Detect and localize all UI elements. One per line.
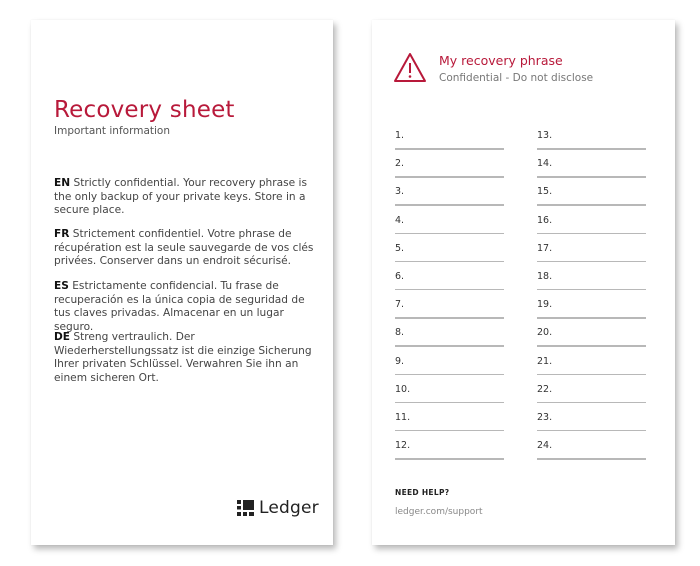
word-slot[interactable]: 2. <box>395 156 504 184</box>
word-number: 10. <box>395 383 411 395</box>
recovery-phrase-card: My recovery phrase Confidential - Do not… <box>372 20 675 545</box>
write-line <box>395 373 504 375</box>
word-number: 3. <box>395 186 405 198</box>
lang-code-fr: FR <box>54 228 70 240</box>
word-number: 2. <box>395 158 405 170</box>
paragraph-de: DE Streng vertraulich. Der Wiederherstel… <box>54 331 322 385</box>
word-number: 12. <box>395 440 411 452</box>
ledger-logo-icon <box>237 500 254 516</box>
word-slot[interactable]: 14. <box>537 156 646 184</box>
word-number: 1. <box>395 130 405 141</box>
write-line <box>395 176 504 178</box>
recovery-phrase-subtitle: Confidential - Do not disclose <box>439 72 594 84</box>
word-slot[interactable]: 15. <box>537 184 646 212</box>
write-line <box>395 148 504 150</box>
paragraph-es: ES Estrictamente confidencial. Tu frase … <box>54 280 322 334</box>
word-slot[interactable]: 6. <box>395 269 504 297</box>
paragraph-text-es: Estrictamente confidencial. Tu frase de … <box>54 280 305 333</box>
word-slot[interactable]: 11. <box>395 410 504 438</box>
word-number: 4. <box>395 214 405 226</box>
word-number: 16. <box>537 214 553 226</box>
write-line <box>395 204 504 206</box>
write-line <box>537 345 646 347</box>
word-number: 22. <box>537 383 553 395</box>
word-number: 9. <box>395 355 405 367</box>
write-line <box>395 260 504 263</box>
word-number: 23. <box>537 411 553 423</box>
word-column-right: 13. 14. 15. 16. 17. 18. 19. 20. 21. 22. 23. 24. <box>537 128 646 466</box>
write-line <box>537 317 646 319</box>
write-line <box>537 429 646 432</box>
word-number: 18. <box>537 270 553 282</box>
paragraph-fr: FR Strictement confidentiel. Votre phras… <box>54 228 322 269</box>
word-slot[interactable]: 8. <box>395 325 504 353</box>
ledger-logo-text: Ledger <box>259 498 319 518</box>
write-line <box>537 373 646 375</box>
recovery-phrase-title: My recovery phrase <box>439 53 563 68</box>
paragraph-en: EN Strictly confidential. Your recovery … <box>54 177 322 218</box>
need-help-label: NEED HELP? <box>395 488 450 497</box>
write-line <box>537 148 646 150</box>
word-column-left: 1. 2. 3. 4. 5. 6. 7. 8. 9. 10. 11. 12. <box>395 128 504 466</box>
word-number: 7. <box>395 299 405 311</box>
sheet-subtitle: Important information <box>54 125 170 137</box>
word-slot[interactable]: 24. <box>537 438 646 466</box>
word-number: 15. <box>537 186 553 198</box>
lang-code-es: ES <box>54 280 69 292</box>
word-number: 19. <box>537 299 553 311</box>
paragraph-text-de: Streng vertraulich. Der Wiederherstellun… <box>54 331 312 384</box>
word-slot[interactable]: 18. <box>537 269 646 297</box>
sheet-title: Recovery sheet <box>54 97 235 123</box>
write-line <box>537 260 646 263</box>
word-number: 13. <box>537 130 553 141</box>
write-line <box>537 232 646 235</box>
word-slot[interactable]: 12. <box>395 438 504 466</box>
lang-code-en: EN <box>54 177 71 189</box>
word-slot[interactable]: 22. <box>537 382 646 410</box>
write-line <box>537 204 646 206</box>
write-line <box>537 288 646 291</box>
write-line <box>395 317 504 319</box>
word-slot[interactable]: 7. <box>395 297 504 325</box>
word-number: 20. <box>537 327 553 339</box>
word-slot[interactable]: 13. <box>537 128 646 156</box>
word-slot[interactable]: 9. <box>395 354 504 382</box>
word-slot[interactable]: 16. <box>537 213 646 241</box>
write-line <box>395 429 504 432</box>
write-line <box>395 288 504 291</box>
word-slot[interactable]: 10. <box>395 382 504 410</box>
word-slot[interactable]: 1. <box>395 128 504 156</box>
word-slot[interactable]: 21. <box>537 354 646 382</box>
write-line <box>537 176 646 178</box>
recovery-sheet-card: Recovery sheet Important information EN … <box>31 20 333 545</box>
word-number: 6. <box>395 270 405 282</box>
paragraph-text-fr: Strictement confidentiel. Votre phrase d… <box>54 228 314 268</box>
ledger-logo: Ledger <box>237 498 319 518</box>
word-number: 5. <box>395 242 405 254</box>
write-line <box>395 458 504 460</box>
support-link[interactable]: ledger.com/support <box>395 507 483 517</box>
word-number: 17. <box>537 242 553 254</box>
write-line <box>395 232 504 235</box>
word-slot[interactable]: 23. <box>537 410 646 438</box>
write-line <box>395 345 504 347</box>
word-number: 21. <box>537 355 553 367</box>
word-slot[interactable]: 20. <box>537 325 646 353</box>
word-number: 24. <box>537 440 553 452</box>
paragraph-text-en: Strictly confidential. Your recovery phr… <box>54 177 307 217</box>
word-slot[interactable]: 4. <box>395 213 504 241</box>
write-line <box>395 401 504 404</box>
word-slot[interactable]: 17. <box>537 241 646 269</box>
word-number: 14. <box>537 158 553 170</box>
warning-triangle-icon <box>394 53 426 82</box>
write-line <box>537 401 646 404</box>
lang-code-de: DE <box>54 331 71 343</box>
word-number: 11. <box>395 411 411 423</box>
word-slot[interactable]: 3. <box>395 184 504 212</box>
word-slot[interactable]: 19. <box>537 297 646 325</box>
word-number: 8. <box>395 327 405 339</box>
write-line <box>537 458 646 460</box>
word-slot[interactable]: 5. <box>395 241 504 269</box>
